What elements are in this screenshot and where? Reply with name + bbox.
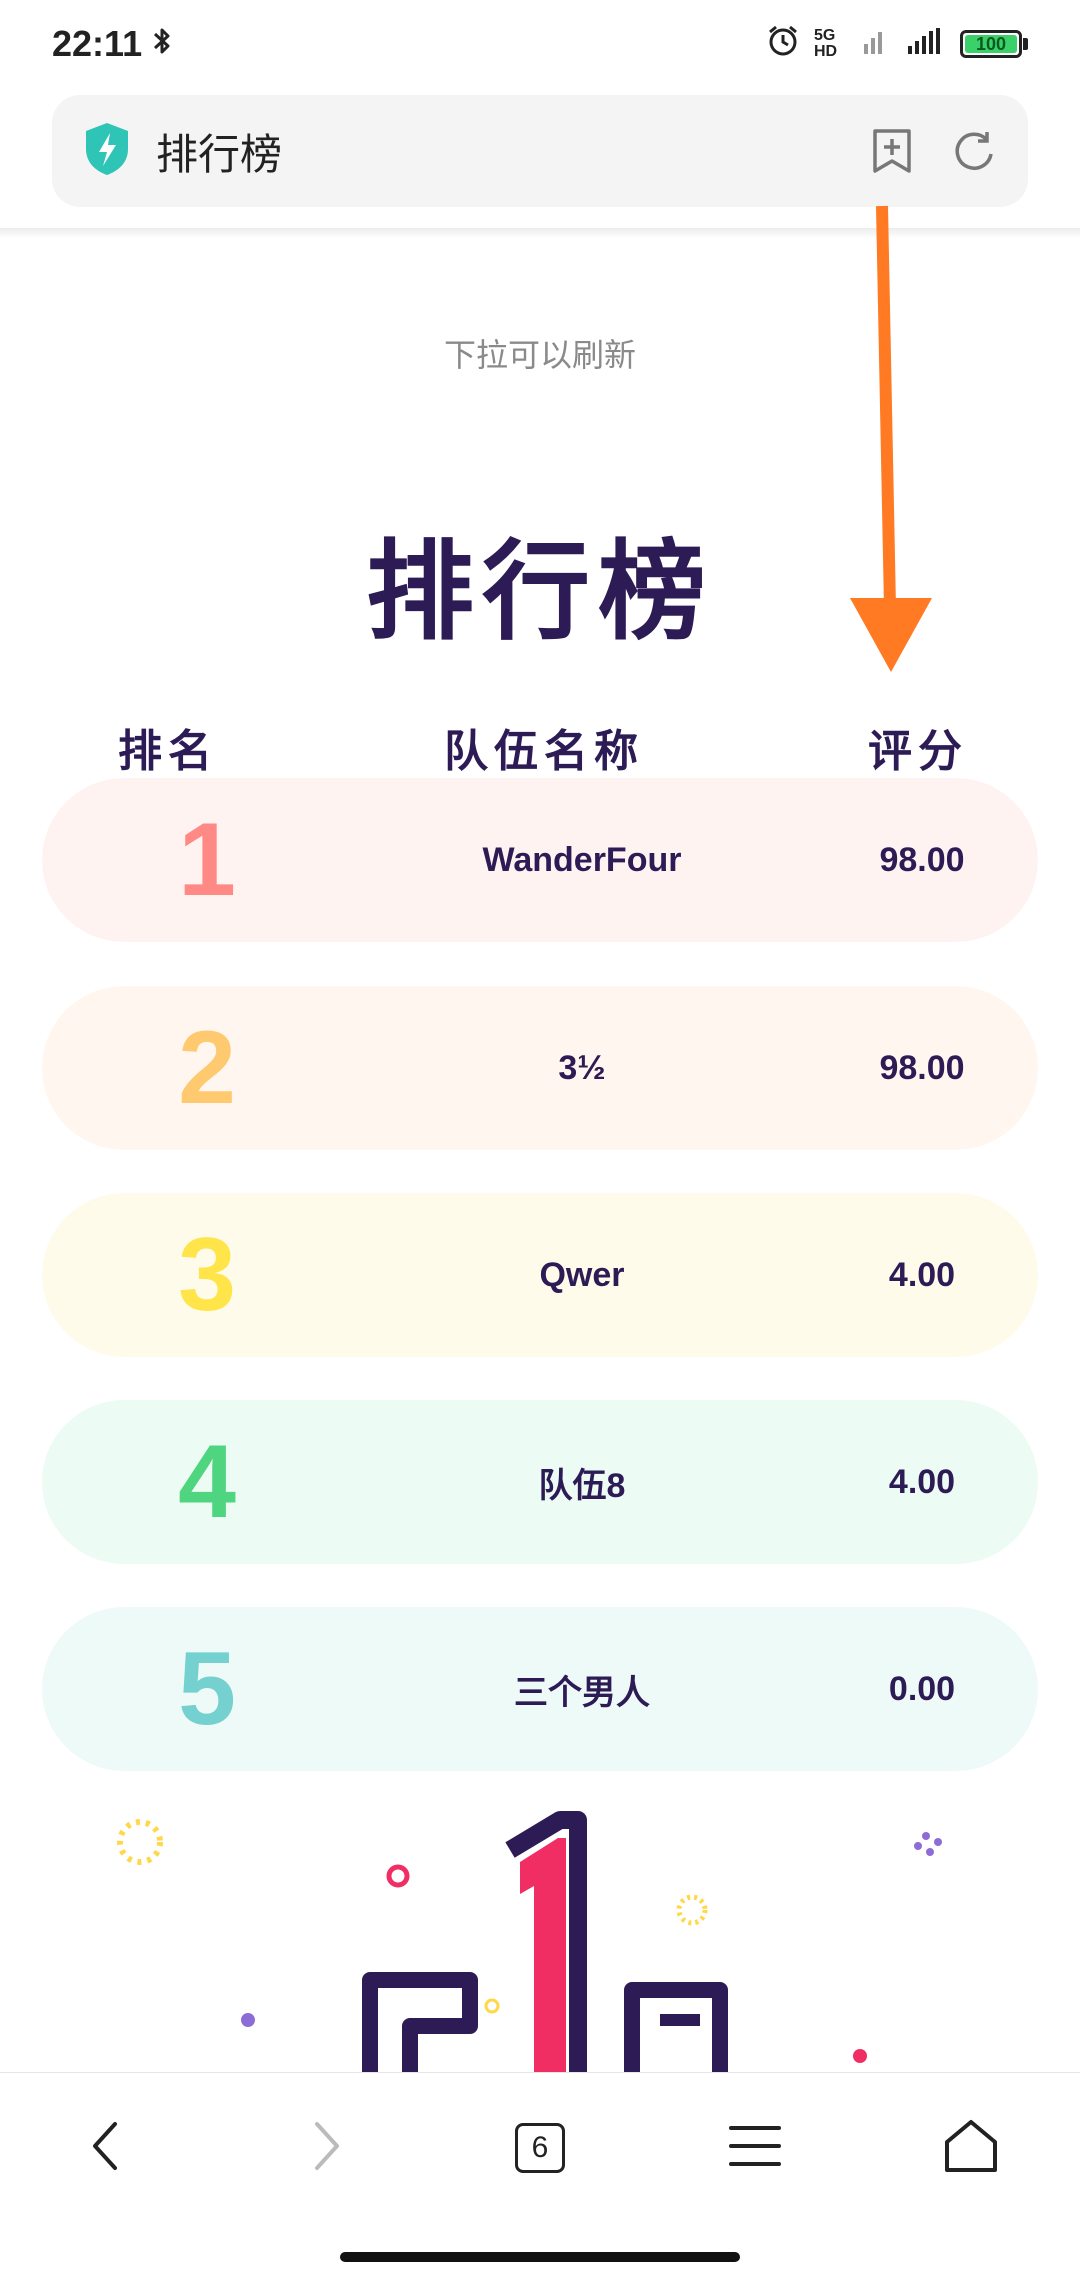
home-button[interactable]: [926, 2103, 1016, 2193]
confetti-dot: [241, 2013, 255, 2027]
bottom-navigation: 6: [0, 2072, 1080, 2223]
network-type: 5G HD: [814, 27, 838, 60]
leaderboard-row[interactable]: 1 WanderFour 98.00: [42, 778, 1038, 942]
security-shield-icon[interactable]: [82, 121, 132, 182]
add-bookmark-icon[interactable]: [868, 127, 916, 175]
team-score: 0.00: [888, 1669, 956, 1708]
back-button[interactable]: [60, 2103, 150, 2193]
status-time: 22:11: [52, 23, 143, 64]
confetti-dot: [853, 2049, 867, 2063]
podium-illustration: [117, 1811, 942, 2072]
refresh-icon[interactable]: [950, 127, 998, 175]
podium-first: [520, 1838, 566, 2072]
rank-number: 1: [178, 801, 236, 918]
team-name: 3½: [558, 1048, 606, 1087]
confetti-ring-red: [386, 1864, 410, 1888]
battery-icon: 100: [960, 30, 1028, 58]
leaderboard-row[interactable]: 4 队伍8 4.00: [42, 1400, 1038, 1564]
page-title: 排行榜: [365, 531, 714, 652]
team-name: Qwer: [539, 1255, 625, 1294]
rank-number: 2: [178, 1009, 236, 1126]
chevron-right-icon: [307, 2118, 347, 2179]
team-name: 队伍8: [538, 1466, 626, 1505]
team-name: WanderFour: [482, 840, 682, 879]
status-right: 5G HD 100: [766, 24, 1028, 64]
column-score: 评分: [868, 727, 968, 776]
alarm-icon: [766, 24, 800, 64]
menu-button[interactable]: [710, 2103, 800, 2193]
forward-button[interactable]: [282, 2103, 372, 2193]
status-bar: 22:11 5G HD 100: [0, 0, 1080, 88]
leaderboard-row[interactable]: 3 Qwer 4.00: [42, 1193, 1038, 1357]
hamburger-menu-icon: [727, 2122, 783, 2175]
confetti-ring-small: [676, 1894, 708, 1926]
address-bar[interactable]: 排行榜: [52, 95, 1028, 207]
home-icon: [941, 2116, 1001, 2181]
tabs-button[interactable]: 6: [495, 2103, 585, 2193]
team-score: 4.00: [888, 1462, 956, 1501]
rank-number: 5: [178, 1630, 236, 1747]
signal-icon-2: [906, 26, 946, 62]
rank-number: 3: [178, 1216, 236, 1333]
chevron-left-icon: [85, 2118, 125, 2179]
signal-icon-1: [862, 26, 892, 62]
team-score: 4.00: [888, 1255, 956, 1294]
column-team: 队伍名称: [444, 727, 644, 776]
address-bar-title[interactable]: 排行榜: [156, 121, 834, 182]
leaderboard-header: 排名 队伍名称 评分: [0, 715, 1080, 776]
team-name: 三个男人: [514, 1673, 650, 1712]
team-score: 98.00: [879, 1048, 965, 1087]
status-left: 22:11: [52, 23, 172, 65]
leaderboard-row[interactable]: 2 3½ 98.00: [42, 986, 1038, 1150]
home-indicator[interactable]: [340, 2252, 740, 2262]
bluetooth-icon: [152, 23, 172, 65]
header-shadow: [0, 228, 1080, 238]
confetti-ring-yellow: [117, 1819, 163, 1865]
podium-second: [362, 1972, 478, 2072]
leaderboard-row[interactable]: 5 三个男人 0.00: [42, 1607, 1038, 1771]
pull-to-refresh-hint: 下拉可以刷新: [443, 337, 636, 373]
rank-number: 4: [178, 1423, 236, 1540]
podium-third: [624, 1982, 728, 2072]
team-score: 98.00: [879, 840, 965, 879]
tab-count: 6: [515, 2123, 565, 2173]
column-rank: 排名: [118, 727, 218, 776]
browser-page: 22:11 5G HD 100 排行榜 下拉可以刷新 排行榜 排名 队伍名称 评…: [0, 0, 1080, 2280]
confetti-dots-purple: [914, 1832, 942, 1856]
battery-level: 100: [975, 33, 1007, 54]
confetti-dot: [484, 1998, 500, 2014]
